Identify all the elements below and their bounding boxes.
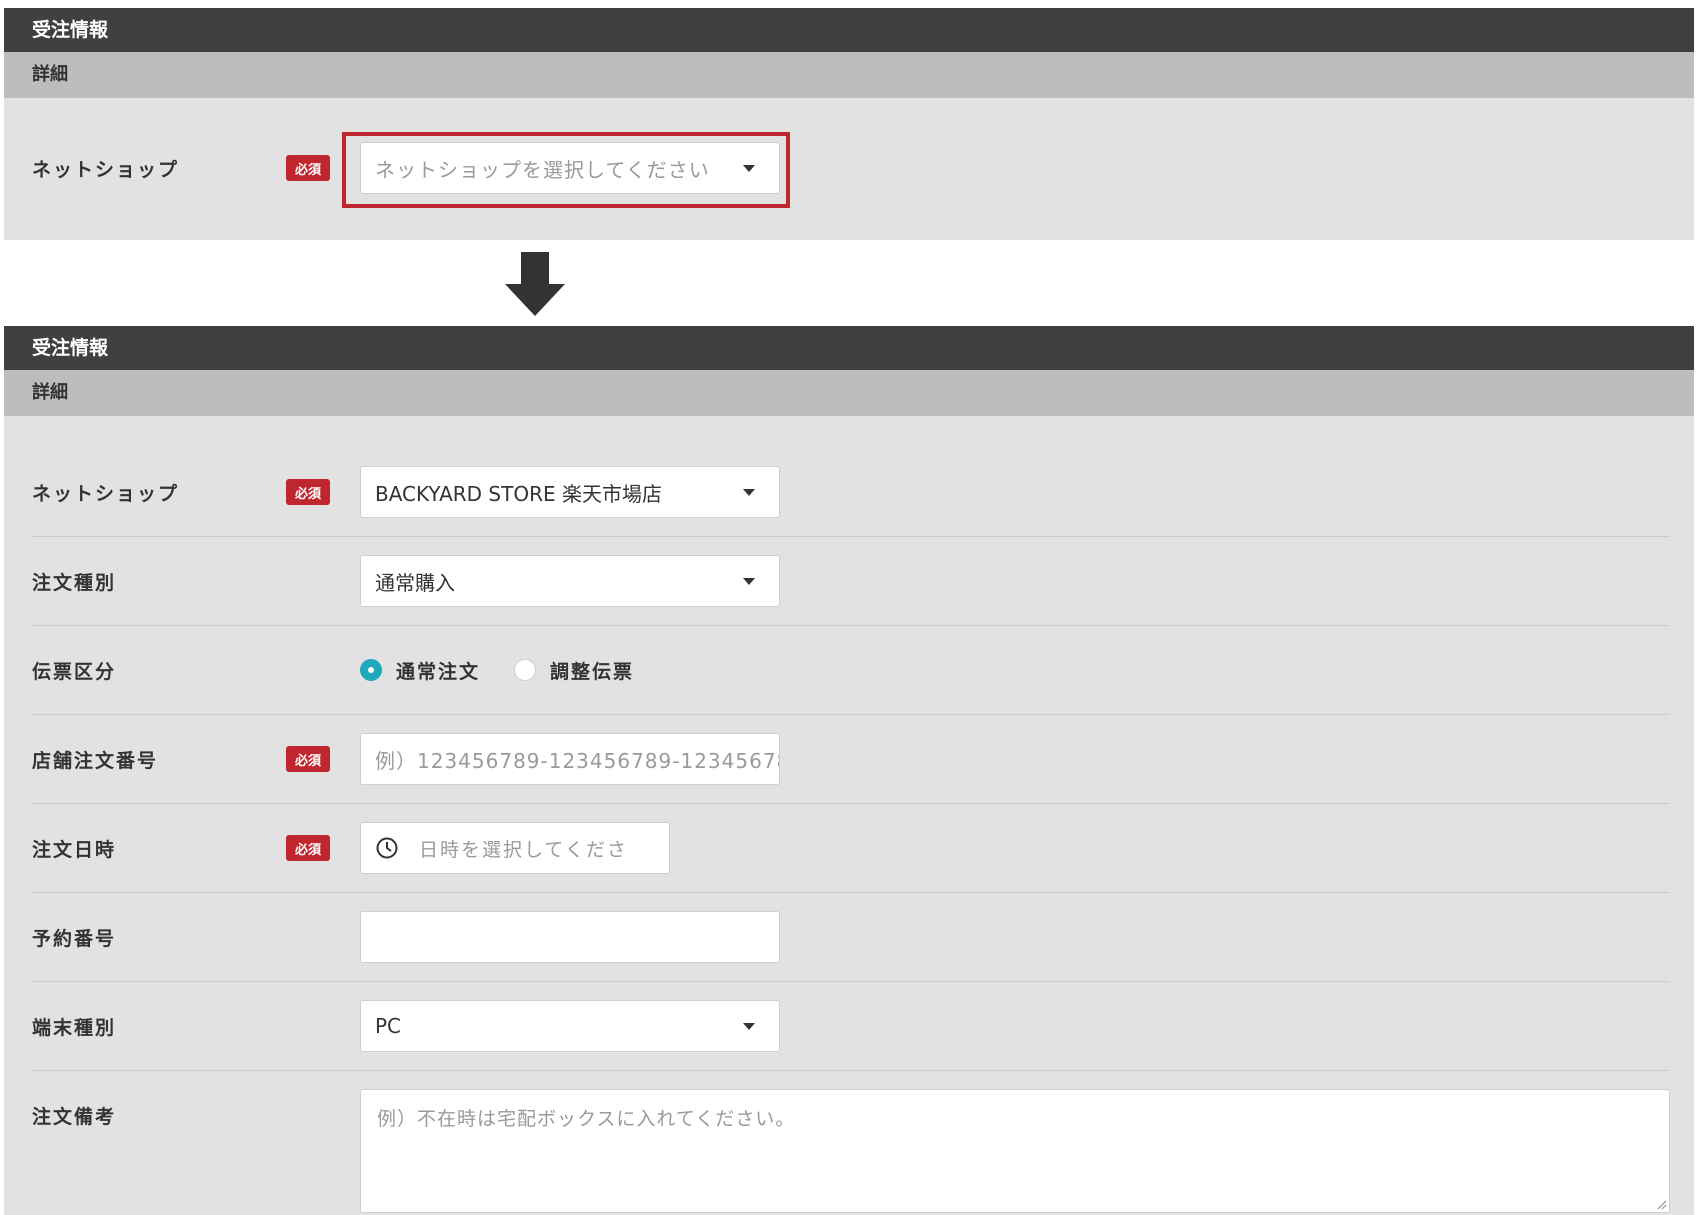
netshop-label: ネットショップ bbox=[32, 158, 180, 181]
section-header: 受注情報 bbox=[4, 326, 1694, 370]
netshop-row: ネットショップ 必須 ネットショップを選択してください bbox=[32, 120, 1670, 216]
device-type-select[interactable]: PC bbox=[360, 1000, 780, 1052]
radio-label: 調整伝票 bbox=[550, 660, 635, 683]
netshop-select[interactable]: BACKYARD STORE 楽天市場店 bbox=[360, 466, 780, 518]
radio-checked-indicator[interactable] bbox=[360, 659, 382, 681]
device-type-row: 端末種別 PC bbox=[32, 982, 1670, 1071]
slip-category-row: 伝票区分 通常注文 調整伝票 bbox=[32, 626, 1670, 715]
order-note-placeholder: 例）不在時は宅配ボックスに入れてください。 bbox=[377, 1108, 796, 1130]
radio-unchecked-indicator[interactable] bbox=[514, 659, 537, 681]
netshop-label: ネットショップ bbox=[32, 482, 180, 505]
order-datetime-picker[interactable]: 日時を選択してくださ bbox=[360, 822, 670, 874]
order-datetime-placeholder: 日時を選択してくださ bbox=[419, 838, 628, 861]
radio-label: 通常注文 bbox=[396, 660, 481, 683]
order-type-select-value: 通常購入 bbox=[375, 570, 455, 595]
store-order-number-input[interactable]: 例）123456789-123456789-123456789 bbox=[360, 733, 780, 785]
device-type-select-value: PC bbox=[375, 1014, 402, 1038]
device-type-label: 端末種別 bbox=[32, 1016, 117, 1039]
section-header: 受注情報 bbox=[4, 8, 1694, 52]
netshop-row: ネットショップ 必須 BACKYARD STORE 楽天市場店 bbox=[32, 448, 1670, 537]
down-arrow-icon bbox=[505, 252, 565, 316]
required-badge: 必須 bbox=[286, 479, 330, 505]
order-datetime-label: 注文日時 bbox=[32, 838, 117, 861]
highlight-box bbox=[342, 132, 790, 208]
order-type-row: 注文種別 通常購入 bbox=[32, 537, 1670, 626]
chevron-down-icon bbox=[743, 1022, 755, 1030]
resize-handle-icon[interactable] bbox=[1655, 1198, 1667, 1210]
store-order-number-row: 店舗注文番号 必須 例）123456789-123456789-12345678… bbox=[32, 715, 1670, 804]
order-datetime-row: 注文日時 必須 日時を選択してくださ bbox=[32, 804, 1670, 893]
order-note-textarea[interactable]: 例）不在時は宅配ボックスに入れてください。 bbox=[360, 1089, 1670, 1213]
order-info-panel-after: 受注情報 詳細 ネットショップ 必須 BACKYARD STORE 楽天市場店 … bbox=[4, 326, 1694, 1215]
required-badge: 必須 bbox=[286, 155, 330, 181]
clock-icon bbox=[376, 837, 398, 859]
slip-category-radio-group: 通常注文 調整伝票 bbox=[360, 626, 668, 714]
required-badge: 必須 bbox=[286, 835, 330, 861]
netshop-select-value: BACKYARD STORE 楽天市場店 bbox=[375, 481, 662, 506]
order-info-panel-before: 受注情報 詳細 ネットショップ 必須 ネットショップを選択してください bbox=[4, 8, 1694, 240]
order-note-label: 注文備考 bbox=[32, 1105, 117, 1128]
order-type-label: 注文種別 bbox=[32, 571, 117, 594]
reservation-number-row: 予約番号 bbox=[32, 893, 1670, 982]
section-subheader: 詳細 bbox=[4, 52, 1694, 98]
radio-normal-order[interactable]: 通常注文 bbox=[360, 657, 480, 684]
store-order-number-placeholder: 例）123456789-123456789-123456789 bbox=[375, 748, 779, 773]
order-type-select[interactable]: 通常購入 bbox=[360, 555, 780, 607]
radio-adjustment-slip[interactable]: 調整伝票 bbox=[514, 657, 634, 684]
store-order-number-label: 店舗注文番号 bbox=[32, 749, 159, 772]
order-note-row: 注文備考 例）不在時は宅配ボックスに入れてください。 bbox=[32, 1071, 1670, 1215]
reservation-number-input[interactable] bbox=[360, 911, 780, 963]
required-badge: 必須 bbox=[286, 746, 330, 772]
slip-category-label: 伝票区分 bbox=[32, 660, 117, 683]
section-subheader: 詳細 bbox=[4, 370, 1694, 416]
chevron-down-icon bbox=[743, 577, 755, 585]
chevron-down-icon bbox=[743, 488, 755, 496]
reservation-number-label: 予約番号 bbox=[32, 927, 117, 950]
